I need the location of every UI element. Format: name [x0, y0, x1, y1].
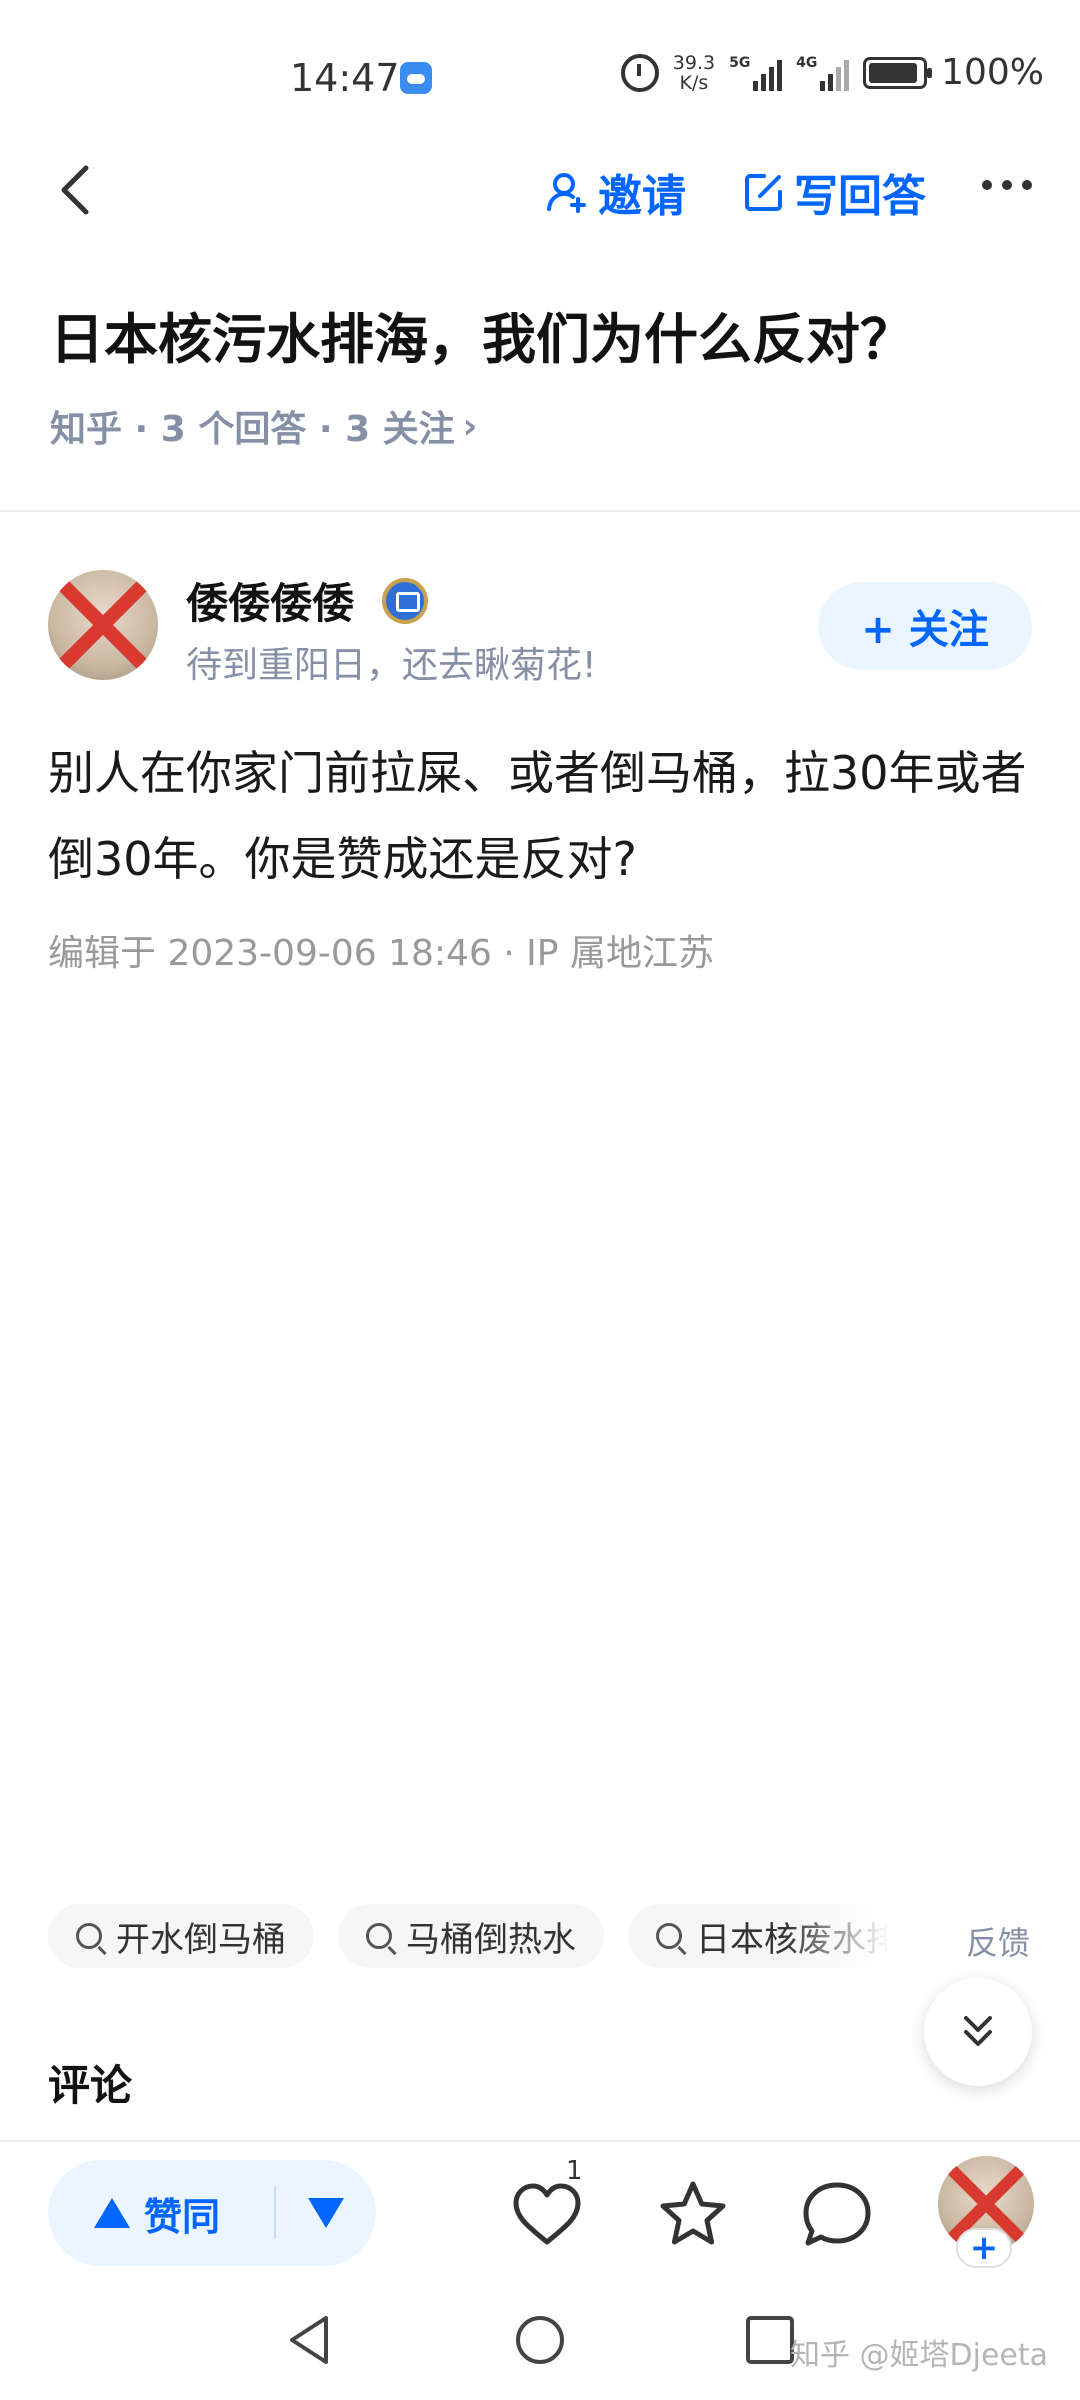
back-arrow-icon[interactable]	[50, 164, 102, 216]
related-searches: 开水倒马桶 马桶倒热水 日本核废水排	[48, 1904, 1080, 1968]
collapse-button[interactable]	[924, 1978, 1032, 2086]
top-nav: 邀请 写回答	[0, 150, 1080, 230]
bottom-action-bar: 赞同 1 +	[0, 2140, 1080, 2280]
author-name[interactable]: 倭倭倭倭	[186, 570, 354, 631]
favorite-star-icon[interactable]	[656, 2178, 730, 2252]
invite-button[interactable]: 邀请	[546, 160, 686, 224]
chevron-right-icon: ›	[462, 405, 478, 447]
double-chevron-down-icon	[964, 2016, 992, 2046]
cloud-icon	[400, 62, 432, 94]
status-bar: 14:47 39.3 K/s 5G 4G 100%	[0, 0, 1080, 150]
question-meta[interactable]: 知乎 · 3 个回答 · 3 关注 ›	[50, 400, 478, 452]
follow-button[interactable]: + 关注	[818, 582, 1032, 670]
add-plus-icon[interactable]: +	[956, 2228, 1012, 2268]
signal-4g-icon: 4G	[796, 55, 850, 91]
feedback-link[interactable]: 反馈	[966, 1918, 1030, 1964]
upvote-button[interactable]: 赞同	[48, 2186, 274, 2241]
related-search-chip[interactable]: 马桶倒热水	[338, 1904, 604, 1968]
author-bio: 待到重阳日，还去瞅菊花!	[186, 645, 597, 686]
related-search-chip[interactable]: 开水倒马桶	[48, 1904, 314, 1968]
system-home-icon[interactable]	[512, 2312, 568, 2368]
status-time: 14:47	[290, 56, 400, 100]
network-speed: 39.3 K/s	[672, 51, 716, 94]
invite-label: 邀请	[598, 171, 686, 222]
search-icon	[366, 1923, 392, 1949]
search-icon	[656, 1923, 682, 1949]
like-count: 1	[566, 2156, 583, 2186]
edit-icon	[745, 174, 782, 211]
edit-timestamp: 编辑于 2023-09-06 18:46 · IP 属地江苏	[48, 933, 714, 974]
invite-person-icon	[547, 173, 586, 213]
divider	[0, 510, 1080, 512]
verified-badge-icon	[382, 578, 428, 624]
comment-bubble-icon[interactable]	[800, 2178, 874, 2252]
write-answer-label: 写回答	[794, 171, 926, 222]
comments-heading: 评论	[48, 2061, 133, 2110]
vote-pill: 赞同	[48, 2160, 376, 2266]
more-options-icon[interactable]	[982, 180, 1032, 190]
alarm-icon	[620, 53, 659, 92]
question-title[interactable]: 日本核污水排海，我们为什么反对？	[50, 300, 1030, 380]
author-avatar[interactable]	[48, 570, 158, 680]
write-answer-button[interactable]: 写回答	[744, 160, 926, 224]
search-icon	[76, 1923, 102, 1949]
downvote-button[interactable]	[276, 2198, 376, 2228]
system-nav-bar: 知乎 @姬塔Djeeta	[0, 2290, 1080, 2400]
status-indicators: 39.3 K/s 5G 4G 100%	[620, 51, 1044, 94]
battery-percent: 100%	[941, 52, 1044, 93]
signal-5g-icon: 5G	[729, 55, 783, 91]
upvote-triangle-icon	[94, 2198, 130, 2228]
related-search-chip[interactable]: 日本核废水排	[628, 1904, 900, 1968]
downvote-triangle-icon	[308, 2198, 344, 2228]
battery-icon	[863, 56, 933, 89]
answer-content: 别人在你家门前拉屎、或者倒马桶，拉30年或者倒30年。你是赞成还是反对?	[48, 746, 1027, 886]
watermark: 知乎 @姬塔Djeeta	[790, 2338, 1049, 2373]
like-heart-icon[interactable]	[510, 2178, 584, 2252]
system-back-icon[interactable]	[282, 2312, 338, 2368]
